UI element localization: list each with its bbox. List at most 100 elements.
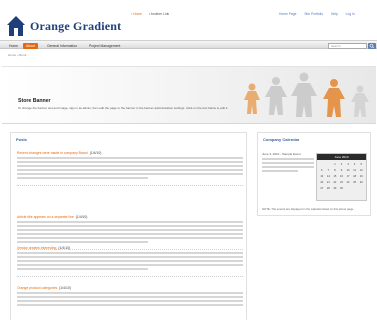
nav-item-general-information[interactable]: General Information (44, 43, 80, 49)
calendar-day[interactable]: 3 (345, 162, 351, 167)
calendar-day[interactable]: 8 (332, 168, 338, 173)
event-text-line (262, 170, 299, 172)
calendar-day[interactable]: 9 (339, 168, 345, 173)
calendar-day[interactable]: 27 (319, 186, 325, 191)
calendar-day[interactable]: 5 (358, 162, 364, 167)
page-banner: Store Banner To change the banner text a… (2, 66, 376, 124)
post-text-line (17, 221, 243, 223)
top-link-help[interactable]: Help (331, 12, 338, 16)
nav-item-about[interactable]: About (23, 42, 38, 49)
calendar-day[interactable]: 4 (352, 162, 358, 167)
post-item: Orange product categories (1/4/10) (17, 286, 243, 306)
post-title-link[interactable]: Recent changes were made to company Bran… (17, 151, 88, 155)
nav-item-project-management[interactable]: Project Management (86, 43, 123, 49)
house-logo-icon[interactable] (6, 15, 26, 37)
post-text-line (17, 233, 243, 235)
calendar-day[interactable]: 12 (358, 168, 364, 173)
post-date: (1/4/10) (75, 215, 88, 219)
search-input[interactable]: Search (328, 42, 367, 49)
calendar-days-grid: 1 2 3 4 5 6 7 8 9 10 11 12 13 14 15 16 17 18 19 20 21 22 23 24 2… (317, 160, 366, 193)
post-title-link[interactable]: Article title appears on a separate line (17, 215, 74, 219)
top-link-home[interactable]: • Home (131, 12, 142, 16)
post-divider (17, 276, 243, 277)
main-navigation: Home About General Information Project M… (0, 40, 377, 49)
post-date: (1/4/10) (59, 286, 71, 290)
calendar-day[interactable]: 14 (326, 174, 332, 179)
calendar-event-list: June 3, 2010 - Sample Event (262, 152, 314, 172)
post-text-line (17, 304, 243, 306)
post-item: Article title appears on a separate line… (17, 215, 243, 250)
calendar-day (319, 162, 325, 167)
calendar-day[interactable]: 19 (358, 174, 364, 179)
post-text-line (17, 241, 149, 243)
calendar-day[interactable]: 30 (339, 186, 345, 191)
calendar-day[interactable]: 22 (332, 180, 338, 185)
calendar-day[interactable]: 10 (345, 168, 351, 173)
post-title-link[interactable]: Vendor creates interesting (17, 246, 56, 250)
calendar-day[interactable]: 20 (319, 180, 325, 185)
event-text-line (262, 162, 314, 164)
calendar-day[interactable]: 13 (319, 174, 325, 179)
calendar-day[interactable]: 2 (339, 162, 345, 167)
post-date: (1/4/10) (58, 246, 71, 250)
page-header: Orange Gradient • Home • Another Link Ho… (0, 0, 377, 40)
post-title[interactable]: Recent changes were made to company Bran… (17, 151, 243, 155)
calendar-widget[interactable]: June 2010 1 2 3 4 5 6 7 8 9 10 11 12 13 14 15 16 17 18 19 2… (316, 153, 367, 201)
calendar-heading: Company Calendar (263, 137, 300, 142)
banner-subtitle: To change the banner text and image, sig… (18, 106, 229, 110)
post-title-link[interactable]: Orange product categories (17, 286, 57, 290)
search-icon (369, 43, 375, 48)
calendar-day (352, 186, 358, 191)
calendar-day[interactable]: 24 (345, 180, 351, 185)
calendar-day (358, 186, 364, 191)
breadcrumb[interactable]: Home › About (8, 53, 26, 57)
post-date: (1/4/10) (89, 151, 102, 155)
post-text-line (17, 173, 243, 175)
calendar-day (345, 186, 351, 191)
calendar-note: NOTE: The events are displayed in the ca… (262, 207, 354, 211)
calendar-day[interactable]: 21 (326, 180, 332, 185)
calendar-day[interactable]: 15 (332, 174, 338, 179)
nav-item-home[interactable]: Home (6, 43, 21, 49)
calendar-day[interactable]: 29 (332, 186, 338, 191)
top-link-home-page[interactable]: Home Page (279, 12, 296, 16)
post-title[interactable]: Vendor creates interesting (1/4/10) (17, 246, 243, 250)
calendar-day[interactable]: 18 (352, 174, 358, 179)
calendar-day[interactable]: 23 (339, 180, 345, 185)
calendar-day[interactable]: 6 (319, 168, 325, 173)
top-link-login[interactable]: Log In (346, 12, 355, 16)
top-link-portfolio[interactable]: Site Portfolio (304, 12, 323, 16)
top-links-center: • Home • Another Link (131, 12, 175, 16)
calendar-day[interactable]: 1 (332, 162, 338, 167)
posts-panel: Posts Recent changes were made to compan… (10, 132, 247, 320)
calendar-day[interactable]: 7 (326, 168, 332, 173)
event-date[interactable]: June 3, 2010 - Sample Event (262, 152, 314, 156)
post-text-line (17, 161, 243, 163)
brand-name[interactable]: Orange Gradient (30, 19, 121, 34)
post-text-line (17, 252, 243, 254)
calendar-day[interactable]: 26 (358, 180, 364, 185)
search-button[interactable] (368, 42, 376, 49)
calendar-day[interactable]: 16 (339, 174, 345, 179)
calendar-day[interactable]: 28 (326, 186, 332, 191)
post-text-line (17, 229, 243, 231)
calendar-day[interactable]: 17 (345, 174, 351, 179)
top-links-right: Home Page Site Portfolio Help Log In (279, 12, 362, 16)
post-text-line (17, 260, 243, 262)
post-text-line (17, 296, 243, 298)
post-text-line (17, 292, 243, 294)
event-text-line (262, 158, 314, 160)
post-title[interactable]: Orange product categories (1/4/10) (17, 286, 243, 290)
post-item: Vendor creates interesting (1/4/10) (17, 246, 243, 277)
calendar-day[interactable]: 25 (352, 180, 358, 185)
post-title[interactable]: Article title appears on a separate line… (17, 215, 243, 219)
event-text-line (262, 166, 314, 168)
calendar-panel: Company Calendar June 3, 2010 - Sample E… (257, 132, 371, 216)
post-text-line (17, 237, 243, 239)
post-text-line (17, 169, 243, 171)
post-text-line (17, 225, 243, 227)
calendar-day[interactable]: 11 (352, 168, 358, 173)
top-link-another[interactable]: • Another Link (149, 12, 169, 16)
post-text-line (17, 256, 243, 258)
post-item: Recent changes were made to company Bran… (17, 151, 243, 186)
